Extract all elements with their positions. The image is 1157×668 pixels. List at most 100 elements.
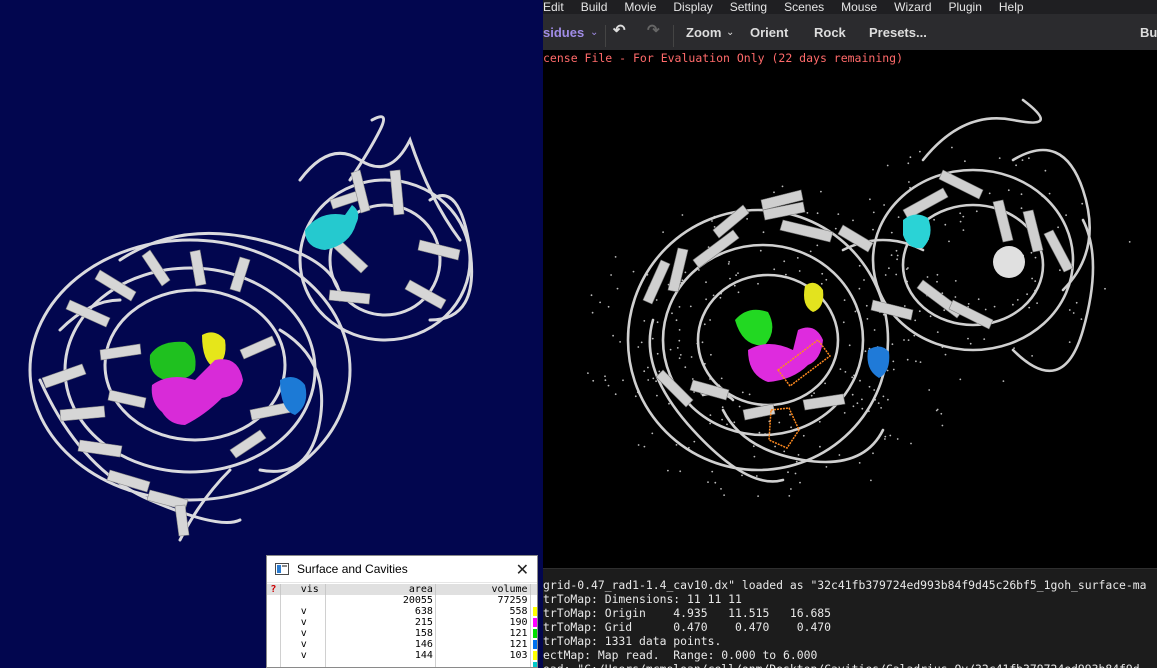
grid-point (669, 348, 672, 351)
table-row[interactable]: 20055 77259 (267, 595, 537, 606)
grid-point (892, 360, 895, 363)
column-header-area[interactable]: area (325, 584, 436, 595)
cell-color[interactable] (530, 595, 537, 606)
console-line: trToMap: 1331 data points. (543, 634, 722, 648)
grid-point (590, 294, 593, 297)
zoom-button[interactable]: Zoom (686, 25, 721, 41)
row-gutter (267, 606, 281, 617)
build-button[interactable]: Bu (1140, 25, 1157, 41)
grid-point (711, 220, 713, 222)
cell-color[interactable] (530, 628, 537, 639)
grid-point (679, 470, 682, 473)
grid-point (895, 273, 898, 276)
grid-point (884, 274, 887, 276)
undo-icon[interactable]: ↶ (613, 23, 626, 39)
grid-point (913, 334, 916, 337)
grid-point (944, 223, 947, 226)
rock-button[interactable]: Rock (814, 25, 846, 41)
cell-volume: 121 (435, 628, 531, 639)
grid-point (951, 146, 953, 149)
close-icon[interactable]: ✕ (516, 560, 529, 579)
left-molecule-viewer[interactable]: Surface and Cavities ✕ ? vis area volume… (0, 0, 543, 668)
orient-button[interactable]: Orient (750, 25, 788, 41)
table-row[interactable]: v 215 190 (267, 617, 537, 628)
column-header-volume[interactable]: volume (435, 584, 531, 595)
menu-item-build[interactable]: Build (581, 0, 608, 14)
table-row[interactable]: v 158 121 (267, 628, 537, 639)
cell-color[interactable] (530, 650, 537, 661)
menu-item-movie[interactable]: Movie (624, 0, 656, 14)
cell-vis[interactable]: v (280, 617, 326, 628)
menu-item-setting[interactable]: Setting (730, 0, 767, 14)
grid-point (869, 198, 871, 201)
table-row[interactable]: v 146 121 (267, 639, 537, 650)
grid-point (643, 370, 646, 373)
table-row[interactable] (267, 661, 537, 667)
grid-point (877, 402, 880, 404)
sphere-atom (993, 246, 1025, 278)
surface-cavities-window[interactable]: Surface and Cavities ✕ ? vis area volume… (266, 555, 538, 668)
grid-point (656, 321, 659, 324)
cell-vis[interactable]: v (280, 639, 326, 650)
grid-point (671, 312, 673, 315)
color-swatch[interactable] (532, 639, 537, 649)
console-line: grid-0.47_rad1-1.4_cav10.dx" loaded as "… (543, 578, 1147, 592)
cell-color[interactable] (530, 617, 537, 628)
grid-point (675, 444, 678, 446)
grid-point (614, 256, 617, 258)
color-swatch[interactable] (532, 650, 537, 660)
cavities-window-titlebar[interactable]: Surface and Cavities ✕ (267, 556, 537, 583)
cell-color[interactable] (530, 606, 537, 617)
column-header-vis[interactable]: vis (280, 584, 326, 595)
cell-color[interactable] (530, 661, 537, 667)
grid-point (903, 339, 905, 341)
menu-item-help[interactable]: Help (999, 0, 1024, 14)
color-swatch[interactable] (532, 617, 537, 627)
menu-item-display[interactable]: Display (673, 0, 712, 14)
chevron-down-icon[interactable]: ⌄ (726, 25, 734, 41)
cell-vis[interactable]: v (280, 606, 326, 617)
grid-point (895, 249, 898, 252)
grid-point (785, 273, 787, 276)
grid-point (865, 304, 868, 307)
grid-point (1016, 299, 1019, 301)
table-row[interactable]: v 144 103 (267, 650, 537, 661)
cell-vis[interactable] (280, 661, 326, 667)
color-swatch[interactable] (532, 628, 537, 638)
grid-point (892, 368, 895, 371)
residues-selector[interactable]: sidues (543, 25, 584, 41)
grid-point (856, 402, 859, 405)
presets-button[interactable]: Presets... (869, 25, 927, 41)
chevron-down-icon[interactable]: ⌄ (590, 25, 598, 41)
grid-point (607, 305, 610, 308)
menu-item-wizard[interactable]: Wizard (894, 0, 931, 14)
grid-point (755, 475, 758, 477)
grid-point (983, 338, 986, 340)
cell-vis[interactable]: v (280, 650, 326, 661)
help-icon[interactable]: ? (267, 584, 281, 595)
color-swatch[interactable] (532, 606, 537, 616)
grid-point (658, 370, 661, 373)
cell-vis[interactable] (280, 595, 326, 606)
pymol-3d-viewer[interactable]: cense File - For Evaluation Only (22 day… (543, 50, 1157, 568)
grid-point (759, 249, 762, 252)
menu-item-mouse[interactable]: Mouse (841, 0, 877, 14)
cell-vis[interactable]: v (280, 628, 326, 639)
redo-icon[interactable]: ↷ (647, 23, 660, 39)
grid-point (1020, 207, 1023, 210)
grid-point (861, 398, 863, 401)
cell-volume: 103 (435, 650, 531, 661)
column-header-color[interactable]: co (530, 584, 537, 595)
grid-point (662, 231, 664, 234)
menu-item-plugin[interactable]: Plugin (949, 0, 982, 14)
license-message: cense File - For Evaluation Only (22 day… (543, 51, 904, 65)
table-row[interactable]: v 638 558 (267, 606, 537, 617)
color-swatch[interactable] (532, 661, 537, 667)
cell-area (325, 661, 436, 667)
menu-item-edit[interactable]: Edit (543, 0, 564, 14)
menu-item-scenes[interactable]: Scenes (784, 0, 824, 14)
grid-point (721, 406, 724, 409)
grid-point (668, 402, 670, 405)
grid-point (890, 231, 893, 234)
cell-color[interactable] (530, 639, 537, 650)
